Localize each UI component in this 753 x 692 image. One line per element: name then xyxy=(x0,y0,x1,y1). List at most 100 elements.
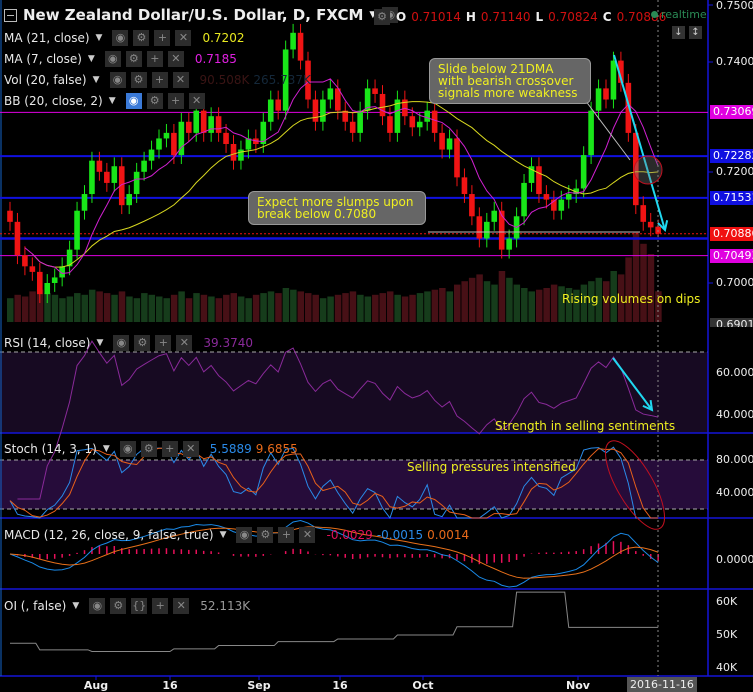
legend-macd[interactable]: MACD (12, 26, close, 9, false, true) ▼ ◉ ⚙… xyxy=(4,527,469,543)
scale-icon[interactable]: ↕ xyxy=(689,26,702,39)
chevron-down-icon[interactable]: ▼ xyxy=(72,601,79,611)
close-icon[interactable]: ✕ xyxy=(176,335,193,351)
volume-bar xyxy=(208,296,215,322)
eye-icon[interactable]: ◉ xyxy=(89,598,106,614)
date-tick: 16 xyxy=(162,679,178,692)
legend-oi[interactable]: OI (, false) ▼ ◉ ⚙{} + ✕ 52.113K xyxy=(4,598,250,614)
volume-bar xyxy=(21,296,29,322)
chevron-down-icon[interactable]: ▼ xyxy=(93,75,100,85)
legend-ma7[interactable]: MA (7, close) ▼ ◉ ⚙ + ✕ 0.7185 xyxy=(4,51,237,67)
annotation-bearish-crossover[interactable]: Slide below 21DMA with bearish crossover… xyxy=(429,58,591,104)
gear-icon[interactable]: ⚙ xyxy=(146,93,163,109)
candle-body xyxy=(424,110,430,122)
price-tick: 0.75000 xyxy=(716,0,753,12)
chevron-down-icon[interactable]: ▼ xyxy=(96,33,103,43)
legend-vol[interactable]: Vol (20, false) ▼ ◉ ⚙ + ✕ 90.508K 265.737K xyxy=(4,72,311,88)
plus-icon[interactable]: + xyxy=(161,441,178,457)
gear-icon[interactable]: ⚙ xyxy=(134,335,151,351)
stoch-label[interactable]: Stoch (14, 3, 1) xyxy=(4,442,97,456)
volume-bar xyxy=(305,293,312,322)
gear-icon[interactable]: ⚙ xyxy=(257,527,274,543)
scroll-down-icon[interactable]: ↓ xyxy=(672,26,685,39)
ma21-label[interactable]: MA (21, close) xyxy=(4,31,90,45)
vol-value: 90.508K xyxy=(199,73,250,87)
candle-body xyxy=(312,99,319,122)
collapse-icon[interactable] xyxy=(4,8,17,22)
plus-icon[interactable]: + xyxy=(146,51,163,67)
price-tick: 0.74000 xyxy=(716,55,753,68)
macd-tick: 0.0000 xyxy=(716,553,753,566)
stoch-band xyxy=(0,460,708,509)
close-icon[interactable]: ✕ xyxy=(173,598,190,614)
annotation-break-level[interactable]: Expect more slumps upon break below 0.70… xyxy=(248,191,426,225)
chevron-down-icon[interactable]: ▼ xyxy=(96,338,103,348)
volume-bar xyxy=(416,293,424,322)
candle-body xyxy=(223,132,229,144)
close-icon[interactable]: ✕ xyxy=(188,93,205,109)
candle-body xyxy=(14,221,21,256)
close-icon[interactable]: ✕ xyxy=(172,72,189,88)
oi-value: 52.113K xyxy=(200,599,251,613)
volume-bar xyxy=(252,294,260,322)
chevron-down-icon[interactable]: ▼ xyxy=(88,54,95,64)
chevron-down-icon[interactable]: ▼ xyxy=(220,530,227,540)
eye-icon[interactable]: ◉ xyxy=(236,527,253,543)
vol-label[interactable]: Vol (20, false) xyxy=(4,73,87,87)
candle-body xyxy=(610,60,617,100)
gear-icon[interactable]: ⚙ xyxy=(110,598,127,614)
ma7-label[interactable]: MA (7, close) xyxy=(4,52,82,66)
candle-body xyxy=(156,138,162,150)
gear-icon[interactable]: ⚙ xyxy=(374,9,390,25)
gear-icon[interactable]: ⚙ xyxy=(140,441,157,457)
close-icon[interactable]: ✕ xyxy=(175,30,192,46)
braces-icon[interactable]: {} xyxy=(131,598,148,614)
candle-body xyxy=(193,110,200,133)
oi-label[interactable]: OI (, false) xyxy=(4,599,66,613)
legend-rsi[interactable]: RSI (14, close) ▼ ◉ ⚙ + ✕ 39.3740 xyxy=(4,335,253,351)
plus-icon[interactable]: + xyxy=(278,527,295,543)
eye-icon[interactable]: ◉ xyxy=(112,30,129,46)
eye-icon[interactable]: ◉ xyxy=(113,335,130,351)
price-badge: 0.70886 xyxy=(710,226,753,241)
gear-icon[interactable]: ⚙ xyxy=(125,51,142,67)
eye-icon[interactable]: ◉ xyxy=(119,441,136,457)
macd-label[interactable]: MACD (12, 26, close, 9, false, true) xyxy=(4,528,214,542)
legend-stoch[interactable]: Stoch (14, 3, 1) ▼ ◉ ⚙ + ✕ 5.5889 9.6855 xyxy=(4,441,298,457)
bb-label[interactable]: BB (20, close, 2) xyxy=(4,94,103,108)
close-icon[interactable]: ✕ xyxy=(182,441,199,457)
volume-bar xyxy=(185,298,193,322)
plus-icon[interactable]: + xyxy=(154,30,171,46)
gear-icon[interactable]: ⚙ xyxy=(130,72,147,88)
candle-body xyxy=(469,194,475,217)
chevron-down-icon[interactable]: ▼ xyxy=(103,444,110,454)
volume-bar xyxy=(29,291,36,322)
candle-body xyxy=(484,221,490,239)
legend-ma21[interactable]: MA (21, close) ▼ ◉ ⚙ + ✕ 0.7202 xyxy=(4,30,244,46)
plus-icon[interactable]: + xyxy=(155,335,172,351)
eye-icon[interactable]: ◉ xyxy=(125,93,142,109)
plus-icon[interactable]: + xyxy=(151,72,168,88)
eye-icon[interactable]: ◉ xyxy=(109,72,126,88)
close-icon[interactable]: ✕ xyxy=(299,527,316,543)
plus-icon[interactable]: + xyxy=(167,93,184,109)
date-tick: 16 xyxy=(332,679,348,692)
price-badge: 0.71531 xyxy=(710,190,753,205)
candle-body xyxy=(297,32,304,61)
rsi-label[interactable]: RSI (14, close) xyxy=(4,336,90,350)
candle-body xyxy=(81,194,88,211)
eye-icon[interactable]: ◉ xyxy=(104,51,121,67)
volume-bar xyxy=(170,294,178,322)
volume-bar xyxy=(103,293,111,322)
legend-bb[interactable]: BB (20, close, 2) ▼ ◉ ⚙ + ✕ xyxy=(4,93,206,109)
high-value: 0.71140 xyxy=(480,10,531,24)
gear-icon[interactable]: ⚙ xyxy=(133,30,150,46)
volume-bar xyxy=(409,294,416,322)
volume-bar xyxy=(230,293,237,322)
chevron-down-icon[interactable]: ▼ xyxy=(109,96,116,106)
plus-icon[interactable]: + xyxy=(152,598,169,614)
ma21-value: 0.7202 xyxy=(202,31,245,45)
candle-body xyxy=(416,121,423,128)
symbol-title[interactable]: New Zealand Dollar/U.S. Dollar, D, FXCM xyxy=(23,6,363,24)
candle-body xyxy=(387,116,393,133)
close-icon[interactable]: ✕ xyxy=(167,51,184,67)
